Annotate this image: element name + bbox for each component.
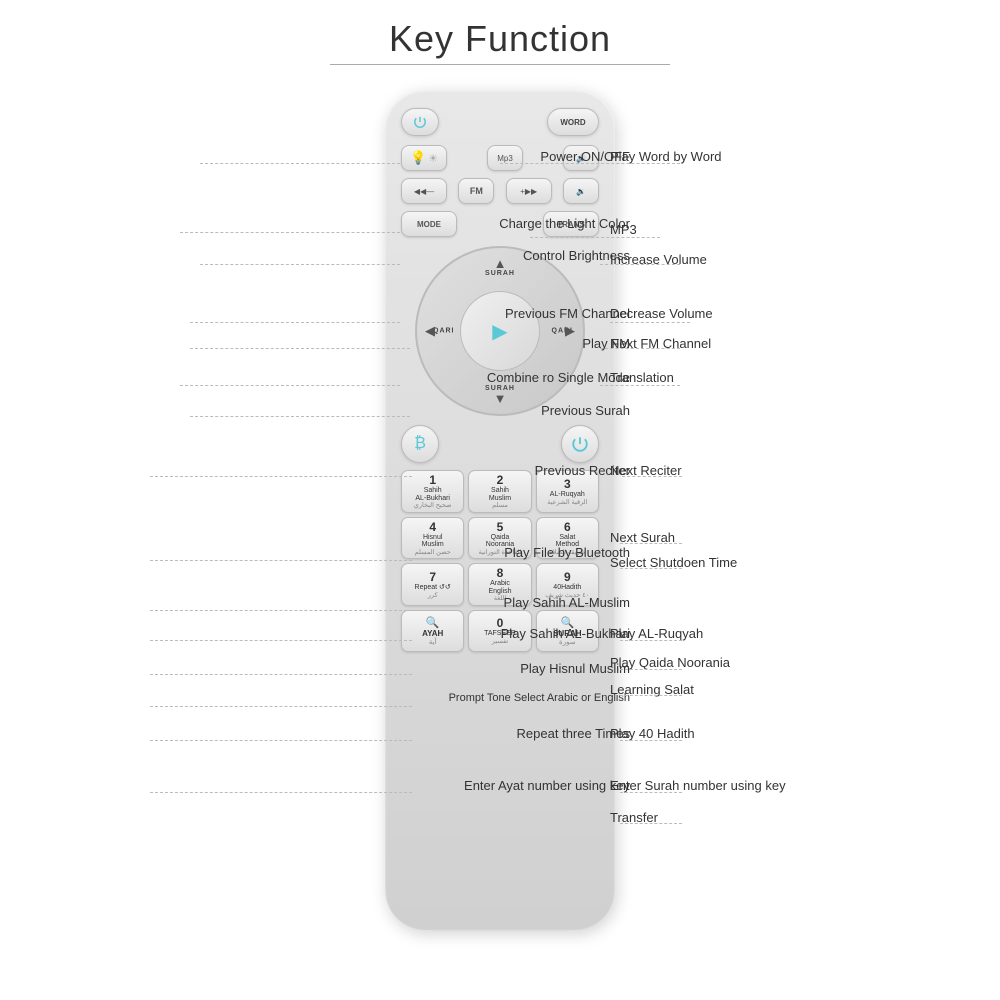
nav-play-button[interactable]: ▶: [460, 291, 540, 371]
conn-fmprev: [190, 322, 400, 323]
prev-fm-label: Previous FM Channel: [10, 306, 630, 321]
shutdown-button[interactable]: [561, 425, 599, 463]
combine-mode-label: Combine ro Single Mode: [10, 370, 630, 385]
nav-qari-left-label: QARI: [433, 328, 455, 335]
next-reciter-label: Next Reciter: [610, 463, 990, 478]
fm-label: FM: [470, 186, 483, 196]
numpad: 1 SahihAL-Bukhari صحيح البخاري 2 SahihMu…: [401, 470, 599, 652]
vol-dn-icon: 🔉: [576, 187, 586, 196]
play-sahih-bukhari-label: Play Sahih AL-Bukhari: [10, 626, 630, 641]
play-al-ruqyah-label: Play AL-Ruqyah: [610, 626, 990, 641]
fm-next-icon: +▶▶: [520, 187, 537, 196]
play-word-label: Play Word by Word: [610, 149, 990, 164]
navigation-circle[interactable]: SURAH SURAH QARI QARI ▲ ▼ ◀ ▶ ▶: [415, 246, 585, 416]
conn-brightness: [200, 264, 400, 265]
enter-surah-label: Enter Surah number using key: [610, 778, 990, 793]
play-hisnul-label: Play Hisnul Muslim: [10, 661, 630, 676]
repeat-three-label: Repeat three Times: [10, 726, 630, 741]
learning-salat-label: Learning Salat: [610, 682, 990, 697]
bluetooth-icon: ₿: [414, 435, 426, 453]
increase-volume-label: Increase Volume: [610, 252, 990, 267]
page-title: Key Function: [0, 0, 1000, 60]
conn-prompt: [150, 706, 412, 707]
prev-reciter-label: Previous Reciter: [10, 463, 630, 478]
conn-mode: [180, 385, 400, 386]
control-brightness-label: Control Brightness: [10, 248, 630, 263]
conn-muslim: [150, 610, 412, 611]
next-surah-label: Next Surah: [610, 530, 990, 545]
volume-down-button[interactable]: 🔉: [563, 178, 599, 204]
row-fm: ◀◀— FM +▶▶ 🔉: [401, 178, 599, 204]
play-qaida-label: Play Qaida Noorania: [610, 655, 990, 670]
decrease-volume-label: Decrease Volume: [610, 306, 990, 321]
enter-ayat-label: Enter Ayat number using key: [10, 778, 630, 793]
bluetooth-button[interactable]: ₿: [401, 425, 439, 463]
power-off-icon: [571, 435, 589, 453]
fm-prev-icon: ◀◀—: [414, 187, 434, 196]
title-divider: [330, 64, 670, 65]
transfer-label: Transfer: [610, 810, 990, 825]
play-40hadith-label: Play 40 Hadith: [610, 726, 990, 741]
next-fm-label: Next FM Channel: [610, 336, 990, 351]
row-bluetooth-shutdown: ₿: [401, 425, 599, 463]
charge-light-label: Charge the Light Color: [10, 216, 630, 231]
prompt-tone-label: Prompt Tone Select Arabic or English: [10, 692, 630, 704]
translation-label: Translation: [610, 370, 990, 385]
conn-charge: [180, 232, 400, 233]
nav-outer-ring: SURAH SURAH QARI QARI ▲ ▼ ◀ ▶ ▶: [415, 246, 585, 416]
play-sahih-muslim-label: Play Sahih AL-Muslim: [10, 595, 630, 610]
row-power-word: WORD: [401, 108, 599, 136]
conn-voldn: [610, 322, 690, 323]
power-onoff-label: Power ON/OFF: [10, 149, 630, 164]
play-fm-label: Play FM: [10, 336, 630, 351]
word-button[interactable]: WORD: [547, 108, 599, 136]
mp3-right-label: MP3: [610, 222, 990, 237]
power-button[interactable]: [401, 108, 439, 136]
select-shutdown-label: Select Shutdoen Time: [610, 555, 990, 570]
conn-bt: [150, 560, 412, 561]
fm-next-button[interactable]: +▶▶: [506, 178, 552, 204]
fm-label-button[interactable]: FM: [458, 178, 494, 204]
prev-surah-label: Previous Surah: [10, 403, 630, 418]
play-bluetooth-label: Play File by Bluetooth: [10, 545, 630, 560]
fm-prev-button[interactable]: ◀◀—: [401, 178, 447, 204]
nav-surah-top-label: SURAH: [485, 270, 515, 277]
